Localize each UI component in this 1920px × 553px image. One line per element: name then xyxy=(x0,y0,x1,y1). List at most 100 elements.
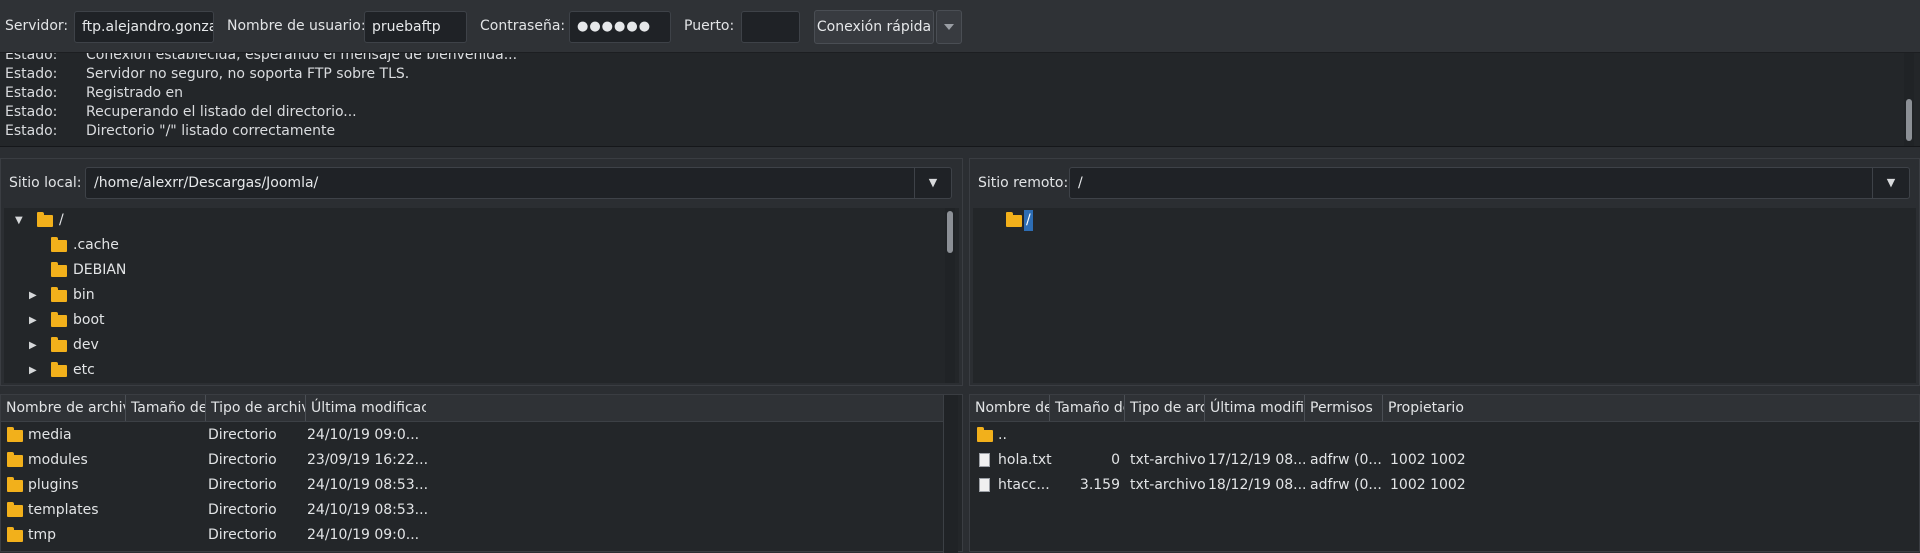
chevron-down-icon[interactable]: ▼ xyxy=(1872,168,1909,198)
file-modified: 17/12/19 08... xyxy=(1208,452,1307,468)
local-tree-scrollbar[interactable] xyxy=(945,208,955,383)
tree-item[interactable]: ▶ boot xyxy=(4,308,934,333)
file-size: 0 xyxy=(1111,452,1120,468)
tree-item-label: boot xyxy=(73,312,105,328)
column-owner[interactable]: Propietario xyxy=(1383,395,1493,421)
local-file-list: Nombre de archivo Tamaño de archivo Tipo… xyxy=(0,394,963,553)
tree-item-label: / xyxy=(59,212,64,228)
quickconnect-dropdown-button[interactable] xyxy=(936,10,962,44)
log-message: Conexión establecida, esperando el mensa… xyxy=(86,53,518,63)
file-name: modules xyxy=(28,452,88,468)
local-path-combo[interactable]: /home/alexrr/Descargas/Joomla/ ▼ xyxy=(85,167,952,199)
password-label: Contraseña: xyxy=(480,18,566,34)
tree-item[interactable]: / xyxy=(973,208,1373,233)
port-label: Puerto: xyxy=(684,18,735,34)
remote-tree-panel: Sitio remoto: / ▼ / xyxy=(969,158,1920,386)
tree-item[interactable]: .cache xyxy=(4,233,934,258)
tree-item[interactable]: DEBIAN xyxy=(4,258,934,283)
log-status-label: Estado: xyxy=(5,53,58,63)
remote-tree: / xyxy=(973,208,1916,383)
quickconnect-bar: Servidor: ftp.alejandro.gonza Nombre de … xyxy=(0,0,1920,53)
file-type: Directorio xyxy=(208,502,277,518)
table-row[interactable]: hola.txt 0 txt-archivo 17/12/19 08... adfrw … xyxy=(970,448,1910,473)
log-status-label: Estado: xyxy=(5,66,58,82)
server-input[interactable]: ftp.alejandro.gonza xyxy=(74,11,214,43)
column-filename[interactable]: Nombre de archivo xyxy=(1,395,126,421)
tree-item-label: etc xyxy=(73,362,95,378)
local-site-label: Sitio local: xyxy=(9,175,82,191)
log-entry: Estado: Conexión establecida, esperando e… xyxy=(0,53,1890,65)
file-owner: 1002 1002 xyxy=(1390,477,1466,493)
tree-item[interactable]: ▼ / xyxy=(4,208,934,233)
table-row[interactable]: plugins Directorio 24/10/19 08:53... xyxy=(1,473,941,498)
local-list-scrollbar[interactable] xyxy=(943,395,958,553)
file-modified: 24/10/19 09:0... xyxy=(307,427,420,443)
file-name: templates xyxy=(28,502,99,518)
column-filetype[interactable]: Tipo de archivo xyxy=(1125,395,1205,421)
server-label: Servidor: xyxy=(5,18,69,34)
file-modified: 24/10/19 08:53... xyxy=(307,477,429,493)
tree-item[interactable]: ▶ etc xyxy=(4,358,934,383)
table-row[interactable]: modules Directorio 23/09/19 16:22... xyxy=(1,448,941,473)
file-name: plugins xyxy=(28,477,79,493)
table-row[interactable]: media Directorio 24/10/19 09:0... xyxy=(1,423,941,448)
file-type: Directorio xyxy=(208,477,277,493)
folder-icon xyxy=(51,237,67,252)
caret-right-icon[interactable]: ▶ xyxy=(29,308,37,333)
log-status-label: Estado: xyxy=(5,123,58,139)
table-row[interactable]: templates Directorio 24/10/19 08:53... xyxy=(1,498,941,523)
file-type: Directorio xyxy=(208,427,277,443)
caret-down-icon[interactable]: ▼ xyxy=(15,208,23,233)
file-permissions: adfrw (0... xyxy=(1310,477,1382,493)
log-scrollbar[interactable] xyxy=(1904,53,1914,146)
remote-site-label: Sitio remoto: xyxy=(978,175,1069,191)
remote-path-text: / xyxy=(1078,175,1083,191)
caret-right-icon[interactable]: ▶ xyxy=(29,358,37,383)
password-input[interactable]: ●●●●●● xyxy=(569,11,671,43)
port-input[interactable] xyxy=(741,11,800,43)
file-name: media xyxy=(28,427,72,443)
folder-icon xyxy=(7,527,23,542)
chevron-down-icon[interactable]: ▼ xyxy=(914,168,951,198)
log-entry: Estado: Directorio "/" listado correctame… xyxy=(0,122,1890,141)
username-input[interactable]: pruebaftp xyxy=(364,11,467,43)
log-entry: Estado: Recuperando el listado del direct… xyxy=(0,103,1890,122)
folder-icon xyxy=(51,337,67,352)
local-tree-scrollbar-thumb[interactable] xyxy=(947,211,953,253)
message-log: Estado: Conexión establecida, esperando e… xyxy=(0,53,1920,147)
caret-right-icon[interactable]: ▶ xyxy=(29,283,37,308)
table-row[interactable]: htacc... 3.159 txt-archivo 18/12/19 08... ad… xyxy=(970,473,1910,498)
file-name: hola.txt xyxy=(998,452,1052,468)
tree-item[interactable]: ▶ dev xyxy=(4,333,934,358)
column-filesize[interactable]: Tamaño de archivo xyxy=(1050,395,1125,421)
file-owner: 1002 1002 xyxy=(1390,452,1466,468)
column-filetype[interactable]: Tipo de archivo xyxy=(206,395,306,421)
local-tree-panel: Sitio local: /home/alexrr/Descargas/Joom… xyxy=(0,158,963,386)
file-modified: 24/10/19 08:53... xyxy=(307,502,429,518)
file-modified: 18/12/19 08... xyxy=(1208,477,1307,493)
column-modified[interactable]: Última modificación xyxy=(1205,395,1305,421)
chevron-down-icon xyxy=(944,24,954,30)
file-icon xyxy=(979,453,990,467)
table-row[interactable]: .. xyxy=(970,423,1910,448)
log-message: Servidor no seguro, no soporta FTP sobre… xyxy=(86,66,410,82)
column-modified[interactable]: Última modificación xyxy=(306,395,426,421)
log-entry: Estado: Registrado en xyxy=(0,84,1890,103)
folder-icon xyxy=(7,477,23,492)
log-status-label: Estado: xyxy=(5,104,58,120)
quickconnect-button[interactable]: Conexión rápida xyxy=(814,10,934,44)
file-size: 3.159 xyxy=(1079,477,1120,493)
column-permissions[interactable]: Permisos xyxy=(1305,395,1383,421)
column-filename[interactable]: Nombre de archivo xyxy=(970,395,1050,421)
table-row[interactable]: tmp Directorio 24/10/19 09:0... xyxy=(1,523,941,548)
remote-file-list: Nombre de archivo Tamaño de archivo Tipo… xyxy=(969,394,1920,552)
folder-icon xyxy=(7,502,23,517)
caret-right-icon[interactable]: ▶ xyxy=(29,333,37,358)
log-scrollbar-thumb[interactable] xyxy=(1906,99,1912,141)
local-path-text: /home/alexrr/Descargas/Joomla/ xyxy=(94,175,319,191)
column-filesize[interactable]: Tamaño de archivo xyxy=(126,395,206,421)
file-name: htacc... xyxy=(998,477,1050,493)
remote-path-combo[interactable]: / ▼ xyxy=(1069,167,1910,199)
tree-item[interactable]: ▶ bin xyxy=(4,283,934,308)
file-name: .. xyxy=(998,427,1007,443)
